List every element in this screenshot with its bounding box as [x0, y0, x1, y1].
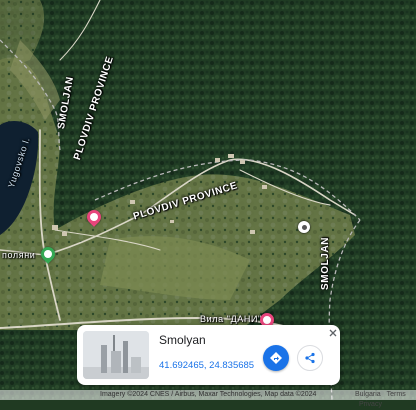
region-link[interactable]: Bulgaria: [355, 391, 381, 398]
terms-link[interactable]: Terms: [387, 391, 406, 398]
location-title: Smolyan: [159, 333, 206, 347]
location-coordinates[interactable]: 41.692465, 24.835685: [159, 360, 254, 371]
landmark-pin-icon[interactable]: [298, 221, 310, 233]
attribution-text: Imagery ©2024 CNES / Airbus, Maxar Techn…: [100, 391, 317, 398]
location-info-card: Smolyan 41.692465, 24.835685: [77, 325, 340, 385]
label-polyanka: поляни: [2, 250, 36, 260]
attribution-links: Bulgaria Terms Privacy: [355, 390, 416, 410]
close-button[interactable]: [327, 327, 339, 339]
directions-icon: [270, 352, 282, 364]
directions-button[interactable]: [263, 345, 289, 371]
share-icon: [305, 352, 315, 364]
map-attribution-bar: Imagery ©2024 CNES / Airbus, Maxar Techn…: [0, 390, 416, 408]
privacy-link[interactable]: Privacy: [359, 401, 382, 408]
location-thumbnail[interactable]: [83, 331, 149, 379]
share-button[interactable]: [297, 345, 323, 371]
label-smoljan-right: SMOLJAN: [320, 236, 331, 290]
close-icon: [329, 329, 337, 337]
